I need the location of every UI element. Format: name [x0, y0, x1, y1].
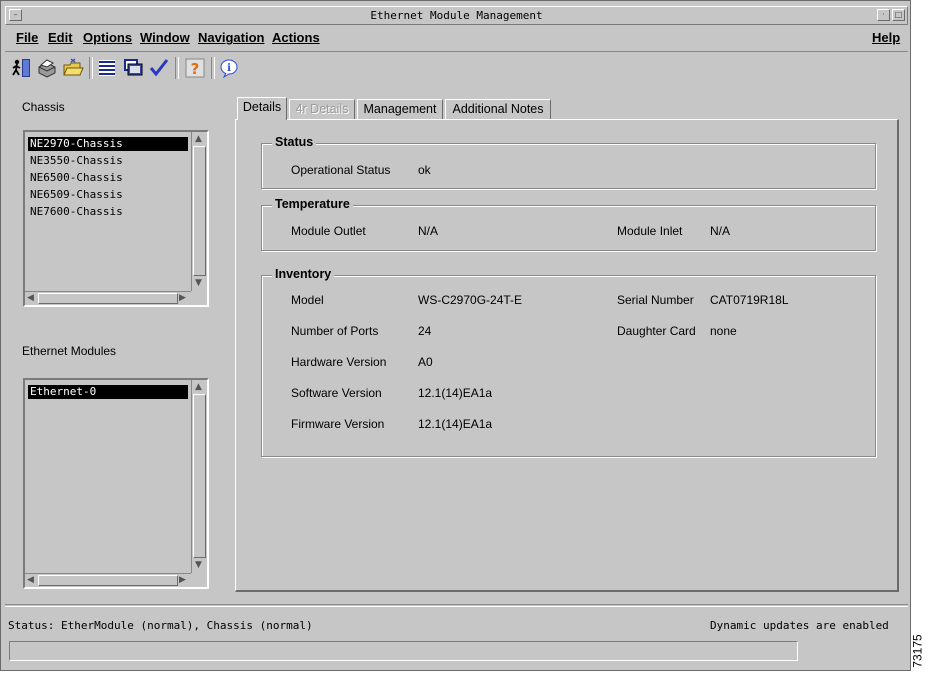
- software-version-label: Software Version: [291, 386, 382, 400]
- modules-list[interactable]: Ethernet-0 ▲ ▼ ◀ ▶: [23, 378, 209, 589]
- toolbar-separator: [175, 57, 179, 79]
- details-panel: Status Operational Status ok Temperature…: [235, 119, 899, 592]
- dynamic-updates-text: Dynamic updates are enabled: [710, 619, 889, 632]
- check-icon[interactable]: [147, 56, 171, 80]
- serial-number-label: Serial Number: [617, 293, 694, 307]
- list-icon[interactable]: [95, 56, 119, 80]
- scroll-up-icon[interactable]: ▲: [195, 134, 202, 144]
- menu-bar: File Edit Options Window Navigation Acti…: [5, 27, 908, 52]
- menu-edit[interactable]: Edit: [48, 30, 73, 45]
- tab-management[interactable]: Management: [357, 99, 443, 119]
- chassis-label: Chassis: [22, 100, 65, 114]
- module-inlet-label: Module Inlet: [617, 224, 683, 238]
- scroll-down-icon[interactable]: ▼: [195, 560, 202, 570]
- operational-status-value: ok: [418, 163, 431, 177]
- info-icon[interactable]: i: [217, 56, 241, 80]
- module-outlet-value: N/A: [418, 224, 439, 238]
- chassis-vertical-scrollbar[interactable]: ▲ ▼: [191, 132, 207, 291]
- exit-icon[interactable]: [9, 56, 33, 80]
- model-label: Model: [291, 293, 324, 307]
- figure-number-text: 73175: [910, 634, 925, 668]
- temperature-group-title: Temperature: [272, 197, 353, 211]
- list-item[interactable]: NE3550-Chassis: [28, 154, 188, 168]
- scroll-left-icon[interactable]: ◀: [27, 575, 34, 585]
- minimize-button[interactable]: ·: [877, 9, 890, 21]
- module-inlet-value: N/A: [710, 224, 731, 238]
- main-window: – Ethernet Module Management · □ File Ed…: [0, 0, 911, 671]
- firmware-version-value: 12.1(14)EA1a: [418, 417, 493, 431]
- monitor-icon[interactable]: [121, 56, 145, 80]
- number-of-ports-value: 24: [418, 324, 432, 338]
- scroll-left-icon[interactable]: ◀: [27, 293, 34, 303]
- software-version-value: 12.1(14)EA1a: [418, 386, 493, 400]
- title-bar[interactable]: – Ethernet Module Management · □: [5, 6, 908, 25]
- scroll-right-icon[interactable]: ▶: [179, 575, 186, 585]
- daughter-card-value: none: [710, 324, 737, 338]
- progress-bar: [9, 641, 798, 661]
- toolbar: ? i: [5, 53, 908, 85]
- scroll-thumb[interactable]: [193, 394, 206, 558]
- inventory-group: Inventory Model WS-C2970G-24T-E Serial N…: [261, 267, 876, 457]
- modules-horizontal-scrollbar[interactable]: ◀ ▶: [25, 573, 191, 587]
- menu-navigation[interactable]: Navigation: [198, 30, 264, 45]
- figure-number: 73175: [910, 632, 929, 672]
- svg-text:i: i: [227, 63, 231, 74]
- status-divider: [5, 604, 908, 607]
- list-item[interactable]: NE6509-Chassis: [28, 188, 188, 202]
- menu-actions[interactable]: Actions: [272, 30, 320, 45]
- scroll-down-icon[interactable]: ▼: [195, 278, 202, 288]
- list-item[interactable]: NE6500-Chassis: [28, 171, 188, 185]
- list-item[interactable]: NE2970-Chassis: [28, 137, 188, 151]
- status-group-title: Status: [272, 135, 317, 149]
- menu-file[interactable]: File: [16, 30, 38, 45]
- print-icon[interactable]: [35, 56, 59, 80]
- toolbar-separator: [89, 57, 93, 79]
- model-value: WS-C2970G-24T-E: [418, 293, 523, 307]
- list-item[interactable]: NE7600-Chassis: [28, 205, 188, 219]
- svg-text:?: ?: [191, 60, 200, 78]
- open-folder-icon[interactable]: [61, 56, 85, 80]
- firmware-version-label: Firmware Version: [291, 417, 385, 431]
- tab-details[interactable]: Details: [237, 97, 287, 120]
- serial-number-value: CAT0719R18L: [710, 293, 789, 307]
- menu-help[interactable]: Help: [872, 30, 900, 45]
- daughter-card-label: Daughter Card: [617, 324, 696, 338]
- chassis-list[interactable]: NE2970-Chassis NE3550-Chassis NE6500-Cha…: [23, 130, 209, 307]
- modules-vertical-scrollbar[interactable]: ▲ ▼: [191, 380, 207, 573]
- tab-4r-details[interactable]: 4r Details: [289, 99, 355, 119]
- toolbar-separator: [211, 57, 215, 79]
- scroll-thumb[interactable]: [38, 293, 178, 304]
- module-outlet-label: Module Outlet: [291, 224, 366, 238]
- window-title: Ethernet Module Management: [370, 9, 543, 22]
- temperature-group: Temperature Module Outlet N/A Module Inl…: [261, 197, 876, 251]
- help-icon[interactable]: ?: [183, 56, 207, 80]
- operational-status-label: Operational Status: [291, 163, 391, 177]
- scroll-thumb[interactable]: [193, 146, 206, 276]
- scroll-right-icon[interactable]: ▶: [179, 293, 186, 303]
- hardware-version-value: A0: [418, 355, 433, 369]
- status-text: Status: EtherModule (normal), Chassis (n…: [8, 619, 313, 632]
- scroll-up-icon[interactable]: ▲: [195, 382, 202, 392]
- menu-window[interactable]: Window: [140, 30, 190, 45]
- inventory-group-title: Inventory: [272, 267, 335, 281]
- ethernet-modules-label: Ethernet Modules: [22, 344, 117, 358]
- chassis-horizontal-scrollbar[interactable]: ◀ ▶: [25, 291, 191, 305]
- scroll-thumb[interactable]: [38, 575, 178, 586]
- number-of-ports-label: Number of Ports: [291, 324, 379, 338]
- status-group: Status Operational Status ok: [261, 135, 876, 189]
- menu-options[interactable]: Options: [83, 30, 132, 45]
- list-item[interactable]: Ethernet-0: [28, 385, 188, 399]
- hardware-version-label: Hardware Version: [291, 355, 387, 369]
- tab-additional-notes[interactable]: Additional Notes: [445, 99, 551, 119]
- maximize-button[interactable]: □: [892, 9, 905, 21]
